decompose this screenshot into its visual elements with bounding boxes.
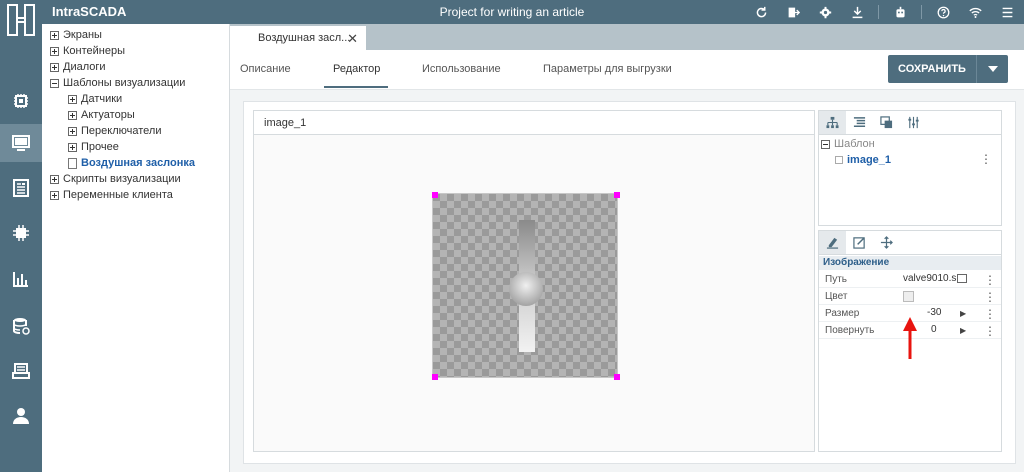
layers-panel: Шаблон image_1 ⋮ xyxy=(818,110,1002,226)
tab-description[interactable]: Описание xyxy=(240,63,291,75)
charts-icon[interactable] xyxy=(0,260,42,298)
layer-group-template[interactable]: Шаблон xyxy=(821,136,875,152)
active-tab-indicator xyxy=(324,86,388,88)
tab-editor[interactable]: Редактор xyxy=(333,63,380,75)
collapse-icon[interactable] xyxy=(821,139,830,149)
appearance-icon[interactable] xyxy=(819,231,846,254)
color-swatch[interactable] xyxy=(903,291,914,302)
property-row-path: Путь valve9010.s ⋮ xyxy=(819,271,1001,288)
top-toolbar xyxy=(740,2,1018,22)
logo-icon xyxy=(7,4,35,36)
tree-item-templates[interactable]: Шаблоны визуализации xyxy=(50,75,185,91)
annotation-arrow-icon xyxy=(903,317,917,359)
tree-item-client-vars[interactable]: Переменные клиента xyxy=(50,187,173,203)
nav-rail xyxy=(0,4,42,472)
tab-usage[interactable]: Использование xyxy=(422,63,501,75)
close-icon[interactable]: ✕ xyxy=(347,31,358,47)
more-icon[interactable]: ⋮ xyxy=(984,291,996,303)
open-tabs-strip: Воздушная засл... ✕ xyxy=(230,24,1024,50)
list-icon[interactable] xyxy=(846,111,873,134)
wifi-icon[interactable] xyxy=(964,2,986,22)
resize-handle[interactable] xyxy=(614,374,620,380)
property-label: Путь xyxy=(825,274,847,285)
tree-item-other[interactable]: Прочее xyxy=(68,139,119,155)
resize-handle[interactable] xyxy=(432,374,438,380)
hierarchy-icon[interactable] xyxy=(819,111,846,134)
expand-icon[interactable] xyxy=(50,46,59,56)
toolbar-separator xyxy=(921,5,922,19)
save-button-label: СОХРАНИТЬ xyxy=(898,63,966,75)
download-icon[interactable] xyxy=(846,2,868,22)
properties-section-title: Изображение xyxy=(819,256,1001,270)
screens-icon[interactable] xyxy=(0,124,42,162)
edit-icon[interactable] xyxy=(846,231,873,254)
image-picker-icon[interactable] xyxy=(957,274,967,283)
tree-item-containers[interactable]: Контейнеры xyxy=(50,43,125,59)
refresh-icon[interactable] xyxy=(750,2,772,22)
expand-icon[interactable] xyxy=(50,174,59,184)
expand-icon[interactable] xyxy=(68,142,77,152)
save-button[interactable]: СОХРАНИТЬ xyxy=(888,55,1008,83)
open-tab-label: Воздушная засл... xyxy=(258,32,351,44)
expand-icon[interactable] xyxy=(68,126,77,136)
tree-item-air-damper[interactable]: Воздушная заслонка xyxy=(68,155,195,171)
user-icon[interactable] xyxy=(0,397,42,435)
documents-icon[interactable] xyxy=(0,169,42,207)
properties-panel-tabs xyxy=(819,231,1001,255)
project-tree: Экраны Контейнеры Диалоги Шаблоны визуал… xyxy=(42,24,230,472)
expand-icon[interactable] xyxy=(50,190,59,200)
tree-item-sensors[interactable]: Датчики xyxy=(68,91,122,107)
layer-item-image[interactable]: image_1 xyxy=(835,152,891,168)
devices-icon[interactable] xyxy=(0,82,42,120)
toolbar-separator xyxy=(878,5,879,19)
property-value-size[interactable]: -30 xyxy=(927,307,941,318)
tree-item-actuators[interactable]: Актуаторы xyxy=(68,107,135,123)
damper-knob xyxy=(509,272,543,306)
modules-icon[interactable] xyxy=(0,214,42,252)
settings-icon[interactable] xyxy=(814,2,836,22)
database-icon[interactable] xyxy=(0,307,42,345)
chevron-down-icon[interactable] xyxy=(976,55,1008,83)
expand-icon[interactable] xyxy=(50,30,59,40)
tab-export-params[interactable]: Параметры для выгрузки xyxy=(543,63,672,75)
tree-item-scripts[interactable]: Скрипты визуализации xyxy=(50,171,181,187)
sliders-icon[interactable] xyxy=(900,111,927,134)
open-tab[interactable]: Воздушная засл... ✕ xyxy=(230,26,366,50)
more-icon[interactable]: ⋮ xyxy=(984,274,996,286)
more-icon[interactable]: ⋮ xyxy=(984,325,996,337)
layers-panel-tabs xyxy=(819,111,1001,135)
menu-icon[interactable] xyxy=(996,2,1018,22)
property-row-color: Цвет ⋮ xyxy=(819,288,1001,305)
top-bar: IntraSCADA Project for writing an articl… xyxy=(0,0,1024,24)
expand-icon[interactable] xyxy=(50,62,59,72)
expand-icon[interactable] xyxy=(68,94,77,104)
more-icon[interactable]: ⋮ xyxy=(984,308,996,320)
layers-icon[interactable] xyxy=(873,111,900,134)
move-icon[interactable] xyxy=(873,231,900,254)
document-icon xyxy=(68,157,77,169)
more-icon[interactable]: ⋮ xyxy=(980,153,992,165)
chevron-right-icon[interactable]: ▶ xyxy=(960,309,966,318)
help-icon[interactable] xyxy=(932,2,954,22)
property-value-rotate[interactable]: 0 xyxy=(931,324,937,335)
canvas-title: image_1 xyxy=(254,111,814,135)
export-icon[interactable] xyxy=(782,2,804,22)
image-layer-icon xyxy=(835,156,843,164)
resize-handle[interactable] xyxy=(614,192,620,198)
property-label: Повернуть xyxy=(825,325,875,336)
expand-icon[interactable] xyxy=(68,110,77,120)
resize-handle[interactable] xyxy=(432,192,438,198)
property-value-path[interactable]: valve9010.s xyxy=(903,273,956,284)
chevron-right-icon[interactable]: ▶ xyxy=(960,326,966,335)
property-label: Размер xyxy=(825,308,860,319)
archive-icon[interactable] xyxy=(0,352,42,390)
tree-item-switches[interactable]: Переключатели xyxy=(68,123,161,139)
robot-icon[interactable] xyxy=(889,2,911,22)
property-label: Цвет xyxy=(825,291,848,302)
tree-item-dialogs[interactable]: Диалоги xyxy=(50,59,106,75)
tree-item-screens[interactable]: Экраны xyxy=(50,27,102,43)
collapse-icon[interactable] xyxy=(50,78,59,88)
